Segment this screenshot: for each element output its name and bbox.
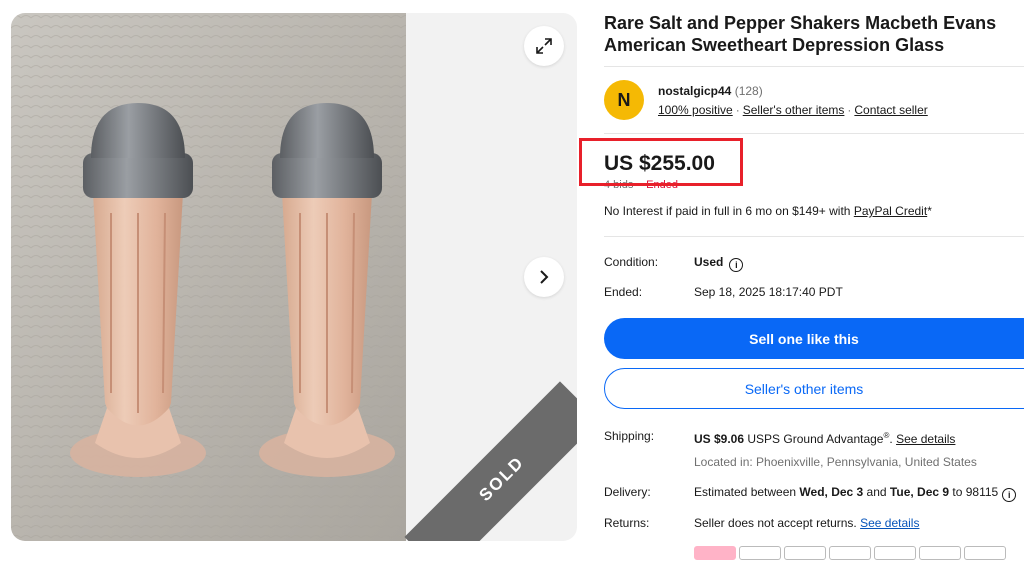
info-icon[interactable]: i (729, 258, 744, 272)
sellers-other-items-button[interactable]: Seller's other items (604, 368, 1024, 409)
positive-feedback-link[interactable]: 100% positive (658, 103, 733, 117)
sell-one-like-this-button[interactable]: Sell one like this (604, 318, 1024, 359)
payment-badge (874, 546, 916, 560)
seller-links: 100% positive · Seller's other items · Conta… (658, 103, 928, 117)
shipping-see-details-link[interactable]: See details (896, 432, 955, 446)
delivery-suffix: to 98115 (949, 485, 999, 499)
next-image-button[interactable] (524, 257, 564, 297)
delivery-value: Estimated between Wed, Dec 3 and Tue, De… (694, 485, 1017, 502)
financing-offer: No Interest if paid in full in 6 mo on $… (604, 204, 932, 218)
seller-name[interactable]: nostalgicp44 (128) (658, 84, 763, 98)
payment-badge (919, 546, 961, 560)
seller-username[interactable]: nostalgicp44 (658, 84, 731, 98)
financing-text: No Interest if paid in full in 6 mo on $… (604, 204, 854, 218)
delivery-and: and (863, 485, 890, 499)
payment-badge (829, 546, 871, 560)
payment-methods (694, 546, 1009, 565)
divider (604, 236, 1024, 237)
expand-image-button[interactable] (524, 26, 564, 66)
paypal-credit-link[interactable]: PayPal Credit (854, 204, 927, 218)
delivery-start: Wed, Dec 3 (799, 485, 864, 499)
delivery-label: Delivery: (604, 485, 651, 499)
info-icon[interactable]: i (1002, 488, 1017, 502)
product-photo[interactable] (11, 13, 406, 541)
price-highlight-box (579, 138, 743, 186)
sold-label: SOLD (475, 452, 528, 505)
financing-suffix: * (927, 204, 932, 218)
separator: · (847, 103, 852, 117)
sellers-items-label: Seller's other items (744, 380, 864, 397)
separator: · (735, 103, 740, 117)
seller-avatar[interactable]: N (604, 80, 644, 120)
seller-other-items-link[interactable]: Seller's other items (743, 103, 845, 117)
ended-value: Sep 18, 2025 18:17:40 PDT (694, 285, 843, 299)
condition-value: Used i (694, 255, 744, 272)
shipping-value: US $9.06 USPS Ground Advantage®. See det… (694, 431, 955, 446)
condition-label: Condition: (604, 255, 659, 269)
chevron-right-icon (540, 270, 549, 284)
contact-seller-link[interactable]: Contact seller (854, 103, 927, 117)
shipping-label: Shipping: (604, 429, 655, 443)
condition-text: Used (694, 255, 724, 269)
payment-badge (739, 546, 781, 560)
divider (604, 66, 1024, 67)
listing-title: Rare Salt and Pepper Shakers Macbeth Eva… (604, 13, 997, 55)
divider (604, 133, 1024, 134)
item-location: Located in: Phoenixville, Pennsylvania, … (694, 455, 977, 469)
ended-label: Ended: (604, 285, 643, 299)
payment-badge (784, 546, 826, 560)
returns-see-details-link[interactable]: See details (860, 516, 919, 530)
payment-badge (964, 546, 1006, 560)
seller-feedback-count: (128) (734, 84, 763, 98)
expand-icon (536, 38, 552, 54)
returns-label: Returns: (604, 516, 650, 530)
returns-text: Seller does not accept returns. (694, 516, 861, 530)
sell-one-label: Sell one like this (749, 330, 859, 347)
payment-badge (694, 546, 736, 560)
returns-value: Seller does not accept returns. See deta… (694, 516, 919, 530)
image-gallery: SOLD (11, 13, 577, 541)
shipping-cost: US $9.06 (694, 432, 745, 446)
sold-ribbon: SOLD (404, 381, 577, 541)
delivery-prefix: Estimated between (694, 485, 800, 499)
delivery-end: Tue, Dec 9 (889, 485, 950, 499)
shipping-service: USPS Ground Advantage (744, 432, 884, 446)
